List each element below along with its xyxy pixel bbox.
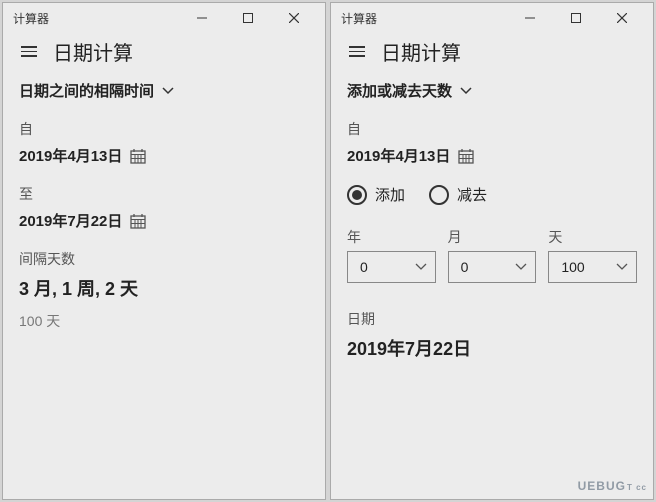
chevron-down-icon (515, 263, 527, 271)
result-sub: 100 天 (19, 311, 309, 331)
mode-label: 日期之间的相隔时间 (19, 80, 154, 101)
month-value: 0 (461, 259, 469, 275)
result-date: 2019年7月22日 (347, 335, 637, 361)
day-dropdown[interactable]: 100 (548, 251, 637, 283)
year-value: 0 (360, 259, 368, 275)
calculator-window-right: 计算器 日期计算 添加或减去天数 自 2019年4月13日 (330, 2, 654, 500)
mode-selector[interactable]: 日期之间的相隔时间 (19, 80, 309, 101)
to-label: 至 (19, 184, 309, 204)
from-date-value: 2019年4月13日 (347, 145, 450, 166)
calendar-icon (130, 148, 146, 164)
from-date-picker[interactable]: 2019年4月13日 (19, 145, 309, 166)
chevron-down-icon (162, 87, 174, 95)
calendar-icon (458, 148, 474, 164)
result-label: 日期 (347, 309, 637, 329)
mode-label: 添加或减去天数 (347, 80, 452, 101)
from-date-value: 2019年4月13日 (19, 145, 122, 166)
month-dropdown[interactable]: 0 (448, 251, 537, 283)
titlebar: 计算器 (331, 3, 653, 33)
content-area: 日期计算 日期之间的相隔时间 自 2019年4月13日 至 2019年7月22日… (3, 33, 325, 499)
radio-icon (347, 185, 367, 205)
result-label: 间隔天数 (19, 249, 309, 269)
calculator-window-left: 计算器 日期计算 日期之间的相隔时间 自 2019年4月13日 (2, 2, 326, 500)
result-main: 3 月, 1 周, 2 天 (19, 275, 309, 301)
from-label: 自 (347, 119, 637, 139)
close-button[interactable] (599, 3, 645, 33)
month-label: 月 (448, 227, 537, 247)
page-title: 日期计算 (381, 37, 461, 66)
menu-button[interactable] (347, 42, 367, 61)
minimize-button[interactable] (179, 3, 225, 33)
app-title: 计算器 (341, 10, 377, 27)
close-icon (289, 13, 299, 23)
radio-add-label: 添加 (375, 184, 405, 205)
chevron-down-icon (616, 263, 628, 271)
minimize-icon (197, 13, 207, 23)
day-label: 天 (548, 227, 637, 247)
content-area: 日期计算 添加或减去天数 自 2019年4月13日 添加 减去 (331, 33, 653, 499)
radio-add[interactable]: 添加 (347, 184, 405, 205)
day-value: 100 (561, 259, 584, 275)
to-date-value: 2019年7月22日 (19, 210, 122, 231)
year-dropdown[interactable]: 0 (347, 251, 436, 283)
titlebar: 计算器 (3, 3, 325, 33)
from-date-picker[interactable]: 2019年4月13日 (347, 145, 637, 166)
radio-subtract[interactable]: 减去 (429, 184, 487, 205)
year-label: 年 (347, 227, 436, 247)
to-date-picker[interactable]: 2019年7月22日 (19, 210, 309, 231)
close-icon (617, 13, 627, 23)
minimize-icon (525, 13, 535, 23)
chevron-down-icon (460, 87, 472, 95)
maximize-icon (243, 13, 253, 23)
maximize-button[interactable] (225, 3, 271, 33)
mode-selector[interactable]: 添加或减去天数 (347, 80, 637, 101)
maximize-icon (571, 13, 581, 23)
chevron-down-icon (415, 263, 427, 271)
app-title: 计算器 (13, 10, 49, 27)
from-label: 自 (19, 119, 309, 139)
close-button[interactable] (271, 3, 317, 33)
maximize-button[interactable] (553, 3, 599, 33)
radio-subtract-label: 减去 (457, 184, 487, 205)
calendar-icon (130, 213, 146, 229)
minimize-button[interactable] (507, 3, 553, 33)
page-title: 日期计算 (53, 37, 133, 66)
radio-icon (429, 185, 449, 205)
menu-button[interactable] (19, 42, 39, 61)
